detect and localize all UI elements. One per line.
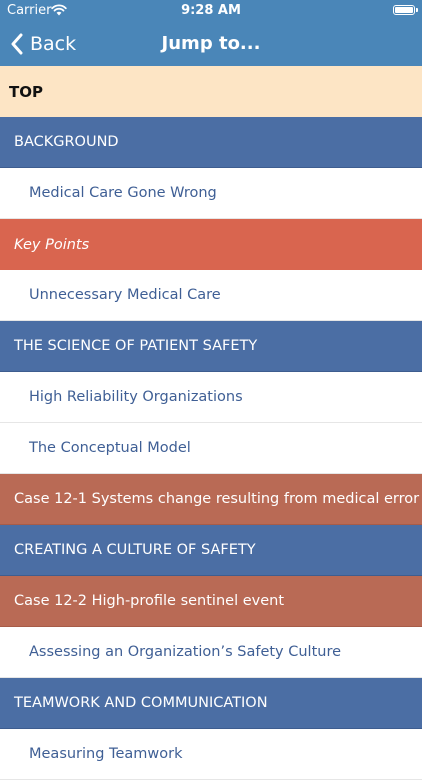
list-item-key-points[interactable]: Key Points [0, 219, 422, 270]
list-item-subsection[interactable]: Unnecessary Medical Care [0, 270, 422, 321]
list-item-section[interactable]: BACKGROUND [0, 117, 422, 168]
list-item-subsection[interactable]: Measuring Teamwork [0, 729, 422, 780]
status-time: 9:28 AM [181, 3, 241, 18]
list-item-section[interactable]: TEAMWORK AND COMMUNICATION [0, 678, 422, 729]
battery-level [395, 7, 413, 13]
list-item-subsection[interactable]: Assessing an Organization’s Safety Cultu… [0, 627, 422, 678]
header: Carrier 9:28 AM Back Jump to... [0, 0, 422, 66]
list-item-case[interactable]: Case 12-2 High-profile sentinel event [0, 576, 422, 627]
status-bar: Carrier 9:28 AM [0, 0, 422, 22]
navigation-bar: Back Jump to... [0, 22, 422, 66]
list-item-subsection[interactable]: The Conceptual Model [0, 423, 422, 474]
list-item-subsection[interactable]: Medical Care Gone Wrong [0, 168, 422, 219]
list-item-section[interactable]: THE SCIENCE OF PATIENT SAFETY [0, 321, 422, 372]
list-item-subsection[interactable]: High Reliability Organizations [0, 372, 422, 423]
list-item-section[interactable]: CREATING A CULTURE OF SAFETY [0, 525, 422, 576]
battery-icon [393, 5, 418, 15]
list-item-top[interactable]: TOP [0, 66, 422, 117]
page-title: Jump to... [161, 33, 261, 54]
jump-list: TOP BACKGROUND Medical Care Gone Wrong K… [0, 66, 422, 780]
list-item-case[interactable]: Case 12-1 Systems change resulting from … [0, 474, 422, 525]
